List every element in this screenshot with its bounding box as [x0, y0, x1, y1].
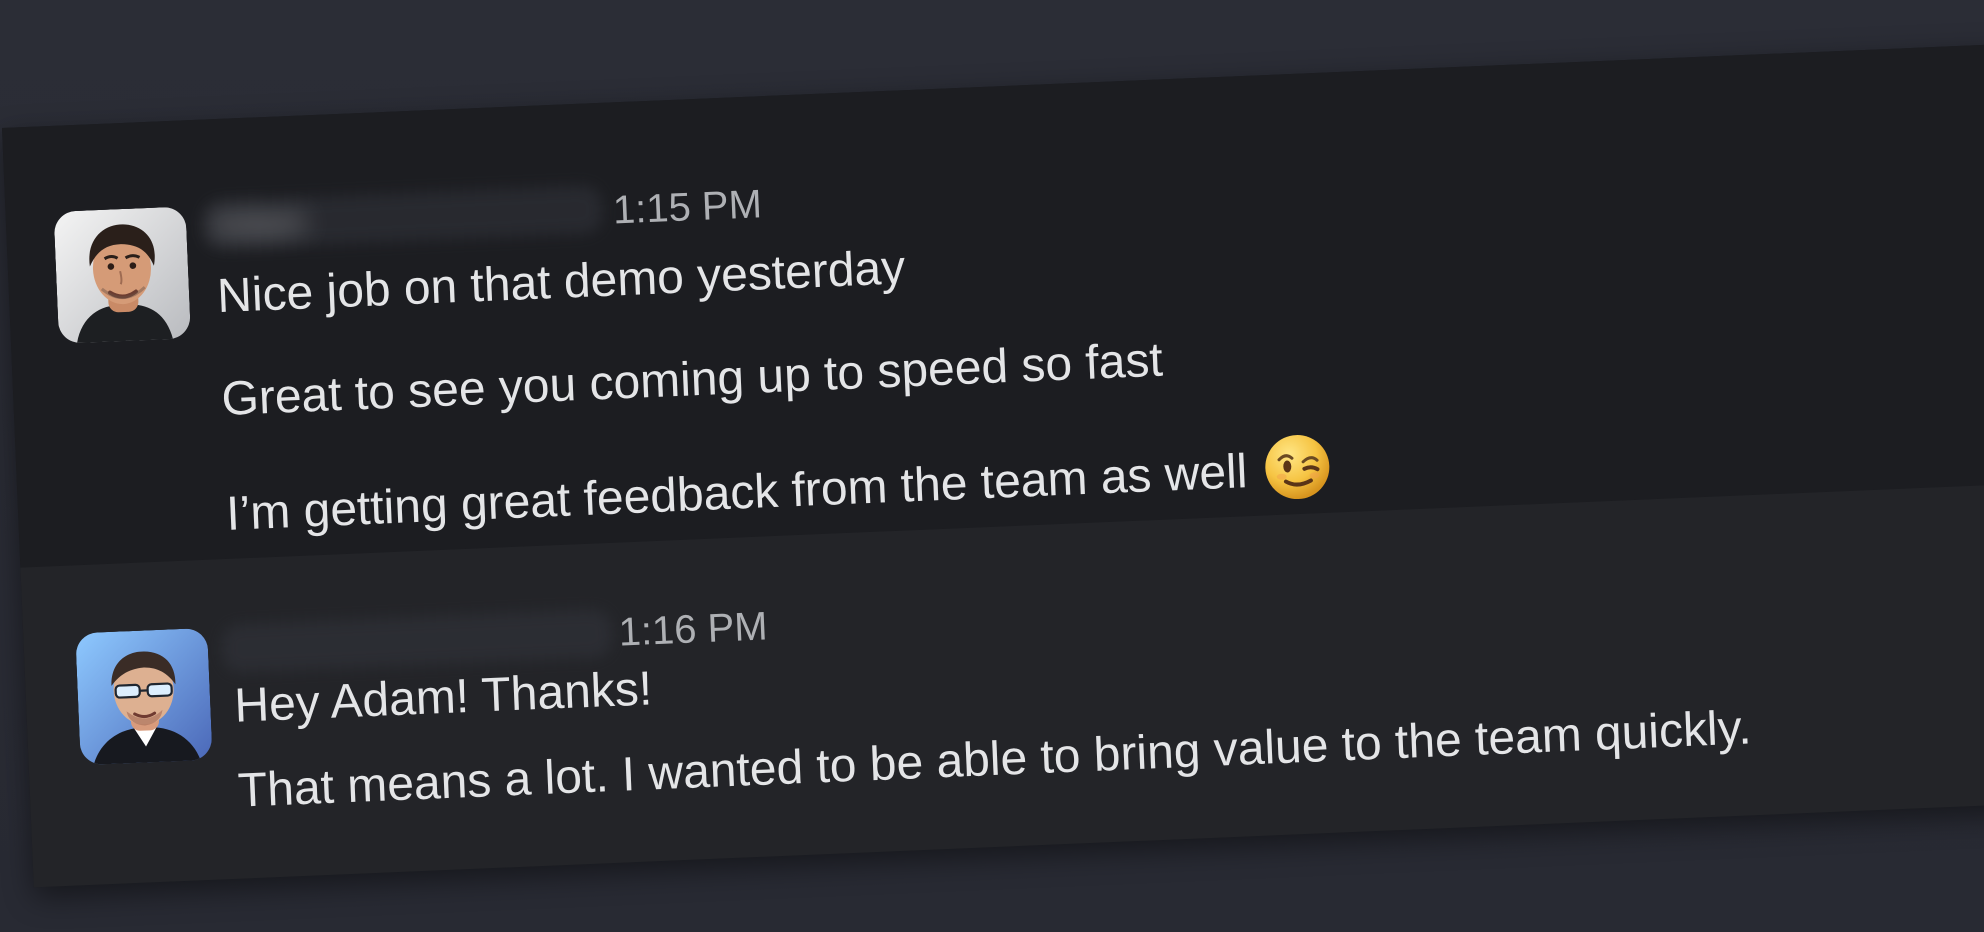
stage: Adam 1:15 PM Nice job on that demo yeste…	[0, 0, 1984, 932]
avatar[interactable]	[53, 206, 191, 344]
avatar[interactable]	[75, 627, 213, 766]
sender-name[interactable]: Adam	[210, 181, 597, 253]
person-avatar-icon	[75, 627, 213, 766]
message-item[interactable]: Adam 1:15 PM Nice job on that demo yeste…	[2, 43, 1984, 568]
message-timestamp[interactable]: 1:16 PM	[618, 604, 769, 655]
message-text: Great to see you coming up to speed so f…	[220, 333, 1164, 427]
message-text: Nice job on that demo yesterday	[216, 241, 907, 324]
message-list: Adam 1:15 PM Nice job on that demo yeste…	[2, 43, 1984, 888]
person-avatar-icon	[53, 206, 191, 344]
message-timestamp[interactable]: 1:15 PM	[612, 182, 763, 233]
winking-face-icon	[1260, 430, 1335, 505]
